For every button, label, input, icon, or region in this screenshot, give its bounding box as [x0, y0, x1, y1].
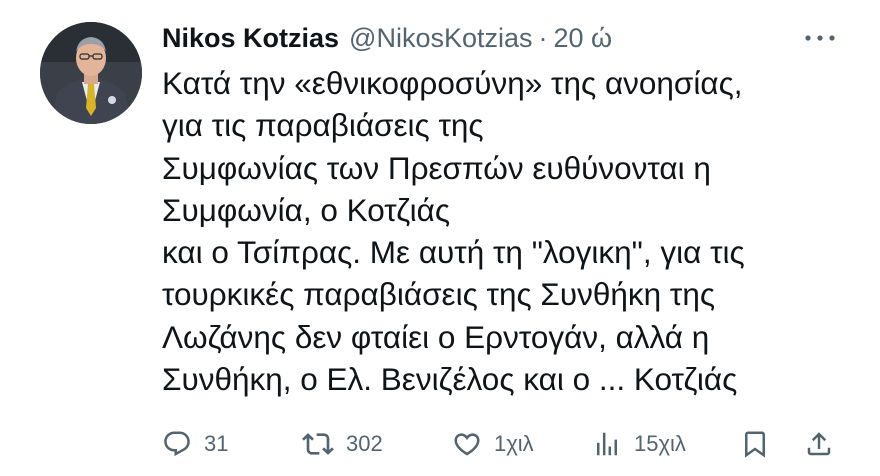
avatar[interactable]: [40, 22, 142, 124]
retweet-count: 302: [346, 431, 383, 456]
bookmark-icon: [745, 431, 765, 458]
views-count: 15χιλ: [634, 431, 686, 456]
separator-dot: ·: [538, 23, 548, 53]
tweet-header: Nikos Kotzias @NikosKotzias · 20 ώ: [162, 18, 612, 58]
like-count: 1χιλ: [494, 431, 534, 456]
tweet-text-line: Συμφωνίας των Πρεσπών ευθύνονται η: [162, 149, 711, 186]
reply-icon: [164, 431, 190, 457]
tweet-text-line: για τις παραβιάσεις της: [162, 107, 484, 144]
tweet-text: Κατά την «εθνικοφροσύνη» της ανοησίας, γ…: [162, 62, 862, 400]
tweet-text-line: Συνθήκη, ο Ελ. Βενιζέλος και ο ... Κοτζι…: [162, 361, 738, 398]
tweet-text-line: Κατά την «εθνικοφροσύνη» της ανοησίας,: [162, 65, 743, 101]
retweet-button[interactable]: 302: [302, 424, 383, 464]
tweet-text-line: τουρκικές παραβιάσεις της Συνθήκη της: [162, 276, 716, 313]
tweet-text-line: Λωζάνης δεν φταίει ο Ερντογάν, αλλά η: [162, 318, 710, 355]
tweet-card: Nikos Kotzias @NikosKotzias · 20 ώ Κατά …: [0, 0, 880, 476]
like-button[interactable]: 1χιλ: [452, 424, 534, 464]
share-icon: [807, 432, 831, 456]
bookmark-button[interactable]: [740, 424, 770, 464]
views-chart-icon: [597, 432, 617, 456]
tweet-text-line: και ο Τσίπρας. Με αυτή τη "λογικη", για …: [162, 234, 745, 271]
tweet-text-line: Συμφωνία, ο Κοτζιάς: [162, 191, 451, 228]
reply-count: 31: [204, 431, 229, 456]
tweet-actions: 31 302 1χιλ 15χιλ: [162, 424, 842, 464]
timestamp[interactable]: 20 ώ: [554, 18, 613, 58]
author-name[interactable]: Nikos Kotzias: [162, 18, 339, 58]
more-options-button[interactable]: [800, 26, 840, 50]
retweet-icon: [302, 433, 334, 455]
more-horizontal-icon: [805, 35, 835, 41]
share-button[interactable]: [804, 424, 834, 464]
author-handle[interactable]: @NikosKotzias: [349, 18, 532, 58]
views-button[interactable]: 15χιλ: [592, 424, 686, 464]
profile-photo: [40, 22, 142, 124]
reply-button[interactable]: 31: [162, 424, 228, 464]
heart-icon: [454, 433, 480, 456]
